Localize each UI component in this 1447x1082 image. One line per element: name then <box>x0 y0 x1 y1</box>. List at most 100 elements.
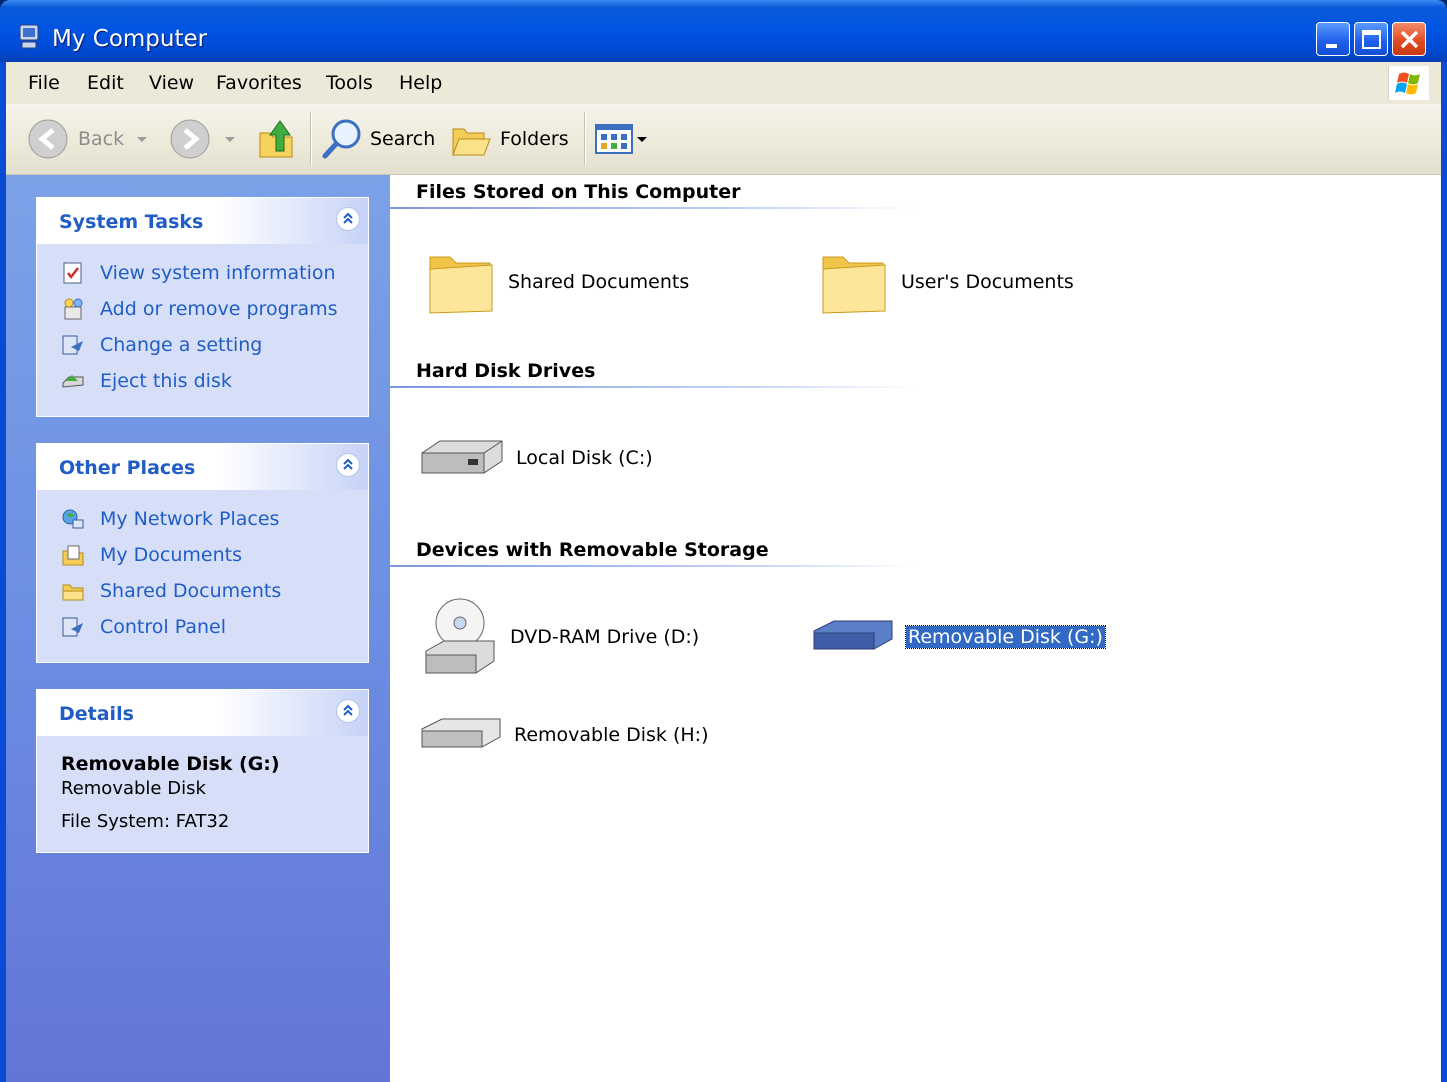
window-title: My Computer <box>52 26 208 52</box>
removable-disk-icon <box>421 718 501 748</box>
folders-label: Folders <box>500 128 569 150</box>
control-panel-icon <box>62 335 83 355</box>
window-border-right <box>1441 62 1447 1082</box>
item-dvd-ram-drive-d[interactable]: DVD-RAM Drive (D:) <box>420 595 699 679</box>
group-divider <box>390 565 915 567</box>
close-button[interactable] <box>1392 22 1426 56</box>
item-removable-disk-g[interactable]: Removable Disk (G:) <box>810 607 1106 667</box>
views-button[interactable] <box>594 114 650 164</box>
group-divider <box>390 386 915 388</box>
menu-bar: File Edit View Favorites Tools Help <box>6 62 1441 105</box>
folder-icon <box>822 256 886 314</box>
task-view-system-information[interactable]: View system information <box>61 259 336 287</box>
task-label: Add or remove programs <box>100 298 338 320</box>
forward-arrow-icon <box>170 119 210 159</box>
up-folder-button[interactable] <box>256 114 298 164</box>
item-label: Removable Disk (H:) <box>514 724 709 746</box>
explorer-window: My Computer File Edit View Favorites Too… <box>0 0 1447 1082</box>
item-users-documents[interactable]: User's Documents <box>819 247 1074 317</box>
removable-disk-icon <box>813 620 893 650</box>
task-change-a-setting[interactable]: Change a setting <box>61 331 262 359</box>
windows-logo <box>1388 66 1429 100</box>
panel-title: System Tasks <box>59 211 204 233</box>
task-label: My Network Places <box>100 508 280 530</box>
menu-tools[interactable]: Tools <box>326 72 373 94</box>
add-remove-programs-icon <box>64 298 83 320</box>
task-label: Control Panel <box>100 616 226 638</box>
chevron-up-double-icon <box>343 212 353 224</box>
search-button[interactable]: Search <box>320 114 435 164</box>
maximize-button[interactable] <box>1354 22 1388 56</box>
collapse-button[interactable] <box>336 699 360 723</box>
menu-edit[interactable]: Edit <box>87 72 124 94</box>
place-my-documents[interactable]: My Documents <box>61 541 242 569</box>
my-computer-icon <box>19 24 39 49</box>
task-label: Shared Documents <box>100 580 282 602</box>
task-pane: System Tasks View system information Add… <box>6 175 390 1082</box>
system-info-icon <box>63 262 82 284</box>
task-label: View system information <box>100 262 336 284</box>
item-label: Local Disk (C:) <box>516 447 653 469</box>
eject-disk-icon <box>62 375 84 388</box>
back-dropdown-icon[interactable] <box>132 129 152 149</box>
collapse-button[interactable] <box>336 453 360 477</box>
forward-button[interactable] <box>168 114 240 164</box>
up-folder-icon <box>259 120 293 158</box>
network-places-icon <box>62 509 84 529</box>
details-header[interactable]: Details <box>37 690 368 736</box>
folder-icon <box>429 256 493 314</box>
collapse-button[interactable] <box>336 207 360 231</box>
minimize-button[interactable] <box>1316 22 1350 56</box>
details-item-name: Removable Disk (G:) <box>61 753 280 775</box>
back-label: Back <box>78 128 125 150</box>
content-area: Files Stored on This Computer Shared Doc… <box>390 175 1441 1082</box>
control-panel-icon <box>62 617 83 637</box>
toolbar: Back Search Folders <box>6 104 1441 175</box>
folders-icon <box>452 128 491 156</box>
menu-file[interactable]: File <box>28 72 60 94</box>
back-arrow-icon <box>28 119 68 159</box>
group-title-hard-disk-drives: Hard Disk Drives <box>416 360 596 382</box>
system-tasks-panel: System Tasks View system information Add… <box>36 197 369 417</box>
other-places-header[interactable]: Other Places <box>37 444 368 490</box>
close-icon <box>1400 30 1419 49</box>
hard-disk-icon <box>421 440 503 474</box>
task-label: Eject this disk <box>100 370 232 392</box>
item-removable-disk-h[interactable]: Removable Disk (H:) <box>418 705 709 765</box>
dvd-drive-icon <box>425 598 495 674</box>
system-tasks-header[interactable]: System Tasks <box>37 198 368 244</box>
chevron-up-double-icon <box>343 458 353 470</box>
toolbar-separator <box>584 112 586 166</box>
menu-favorites[interactable]: Favorites <box>216 72 302 94</box>
menu-help[interactable]: Help <box>399 72 442 94</box>
menu-view[interactable]: View <box>149 72 194 94</box>
details-panel: Details Removable Disk (G:) Removable Di… <box>36 689 369 853</box>
back-button[interactable]: Back <box>26 114 152 164</box>
search-label: Search <box>370 128 436 150</box>
toolbar-separator <box>310 112 312 166</box>
task-add-remove-programs[interactable]: Add or remove programs <box>61 295 338 323</box>
item-label: DVD-RAM Drive (D:) <box>510 626 700 648</box>
place-control-panel[interactable]: Control Panel <box>61 613 226 641</box>
views-icon <box>595 124 633 154</box>
other-places-panel: Other Places My Network Places My Docume… <box>36 443 369 663</box>
group-title-files-stored: Files Stored on This Computer <box>416 181 741 203</box>
item-shared-documents[interactable]: Shared Documents <box>426 247 689 317</box>
my-documents-icon <box>62 545 84 566</box>
item-label: Shared Documents <box>508 271 690 293</box>
item-label: Removable Disk (G:) <box>905 625 1106 649</box>
place-shared-documents[interactable]: Shared Documents <box>61 577 281 605</box>
place-my-network-places[interactable]: My Network Places <box>61 505 279 533</box>
task-label: My Documents <box>100 544 243 566</box>
task-eject-this-disk[interactable]: Eject this disk <box>61 367 232 395</box>
forward-dropdown-icon[interactable] <box>220 129 240 149</box>
folders-button[interactable]: Folders <box>450 114 569 164</box>
windows-flag-icon <box>1395 72 1420 95</box>
maximize-icon <box>1362 30 1381 49</box>
details-file-system: File System: FAT32 <box>61 811 230 832</box>
item-local-disk-c[interactable]: Local Disk (C:) <box>418 427 653 489</box>
task-label: Change a setting <box>100 334 263 356</box>
panel-title: Details <box>59 703 134 725</box>
search-icon <box>322 119 361 159</box>
title-bar[interactable]: My Computer <box>0 0 1447 62</box>
